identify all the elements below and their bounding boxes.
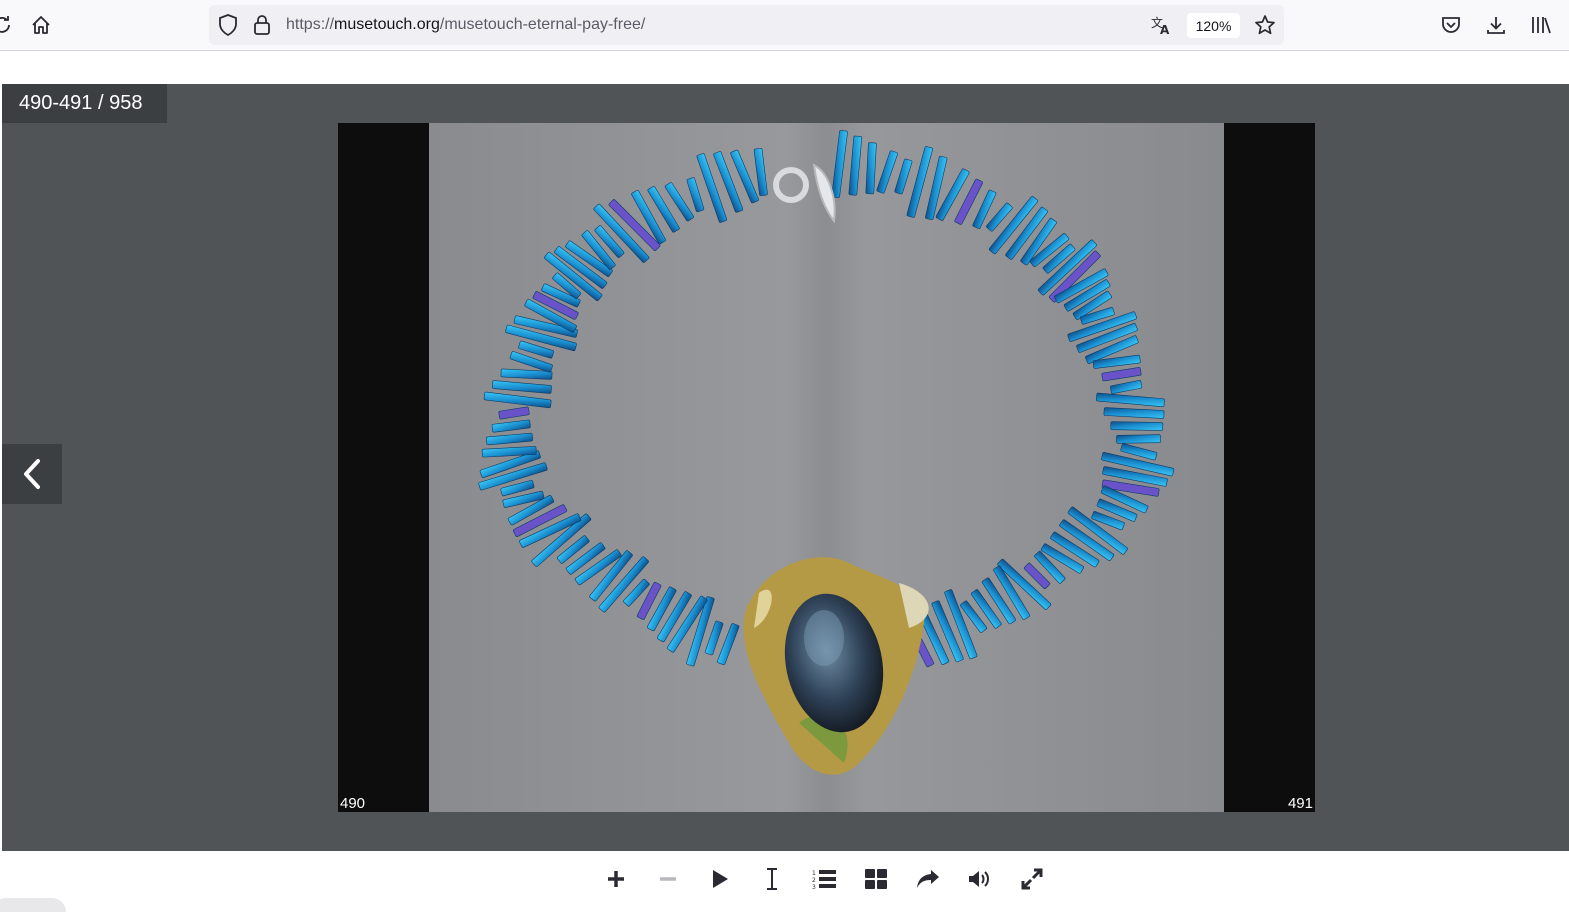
necklace-bead (491, 380, 552, 394)
book-spread[interactable]: 490 491 (338, 123, 1315, 812)
necklace-bead (753, 148, 768, 196)
flipbook-viewer[interactable]: 490-491 / 958 490 491 (2, 84, 1569, 851)
url-host: musetouch.org (334, 16, 440, 33)
necklace-photo (429, 123, 1224, 812)
zoom-out-button[interactable] (642, 862, 694, 896)
necklace-bead (894, 158, 913, 195)
thumbnails-button[interactable] (850, 862, 902, 896)
download-icon[interactable] (1480, 9, 1512, 41)
library-icon[interactable] (1525, 9, 1557, 41)
url-scheme: https:// (286, 16, 335, 33)
expand-icon (1021, 868, 1043, 890)
numbered-list-icon: 123 (812, 870, 836, 890)
necklace-bead (848, 135, 863, 196)
necklace-bead (483, 391, 552, 409)
necklace-bead (491, 419, 531, 433)
svg-text:3: 3 (812, 884, 816, 890)
necklace-bead (1110, 380, 1143, 394)
viewer-controls: 123 (590, 862, 1058, 896)
chevron-left-icon (24, 459, 40, 489)
speaker-icon (969, 871, 989, 887)
svg-text:2: 2 (812, 877, 816, 884)
necklace-bead (704, 620, 724, 656)
url-path: /musetouch-eternal-pay-free/ (439, 16, 646, 33)
bottom-pill-tab[interactable] (0, 898, 66, 912)
text-select-button[interactable] (746, 862, 798, 896)
home-icon[interactable] (25, 9, 57, 41)
necklace-bead (876, 150, 898, 194)
pocket-icon[interactable] (1435, 9, 1467, 41)
zoom-level-button[interactable]: 120% (1187, 13, 1240, 38)
minus-icon (660, 877, 676, 881)
left-page-number: 490 (340, 795, 366, 812)
share-arrow-icon (917, 870, 939, 888)
necklace-bead (1116, 434, 1161, 444)
grid-icon (865, 869, 887, 889)
autoplay-button[interactable] (694, 862, 746, 896)
shield-icon[interactable] (217, 14, 239, 36)
share-button[interactable] (902, 862, 954, 896)
address-bar[interactable]: https://musetouch.org/musetouch-eternal-… (209, 5, 1284, 45)
plus-icon (608, 871, 624, 887)
translate-icon[interactable]: 文A (1150, 14, 1172, 36)
play-icon (713, 870, 728, 888)
fullscreen-button[interactable] (1006, 862, 1058, 896)
text-cursor-icon (767, 868, 777, 890)
table-of-contents-button[interactable]: 123 (798, 862, 850, 896)
necklace-bead (1103, 407, 1165, 419)
necklace-bead (1096, 392, 1165, 408)
bookmark-star-icon[interactable] (1254, 14, 1276, 36)
necklace-clasp (773, 163, 836, 224)
necklace-bead (865, 142, 877, 195)
browser-toolbar: https://musetouch.org/musetouch-eternal-… (0, 0, 1569, 51)
necklace-pendant (743, 557, 929, 775)
right-page-number: 491 (1287, 795, 1313, 812)
zoom-in-button[interactable] (590, 862, 642, 896)
page-counter: 490-491 / 958 (2, 84, 167, 123)
reload-icon[interactable] (0, 9, 18, 41)
necklace-bead (498, 406, 530, 420)
necklace-bead (686, 177, 705, 213)
lock-icon[interactable] (251, 14, 273, 36)
necklace-bead (1110, 421, 1164, 431)
necklace-bead (1101, 367, 1142, 382)
sound-button[interactable] (954, 862, 1006, 896)
previous-page-button[interactable] (2, 444, 62, 504)
necklace-bead (831, 130, 848, 198)
svg-text:1: 1 (812, 870, 816, 877)
url-text[interactable]: https://musetouch.org/musetouch-eternal-… (286, 16, 645, 34)
svg-text:A: A (1160, 23, 1170, 36)
necklace-bead (486, 432, 533, 446)
